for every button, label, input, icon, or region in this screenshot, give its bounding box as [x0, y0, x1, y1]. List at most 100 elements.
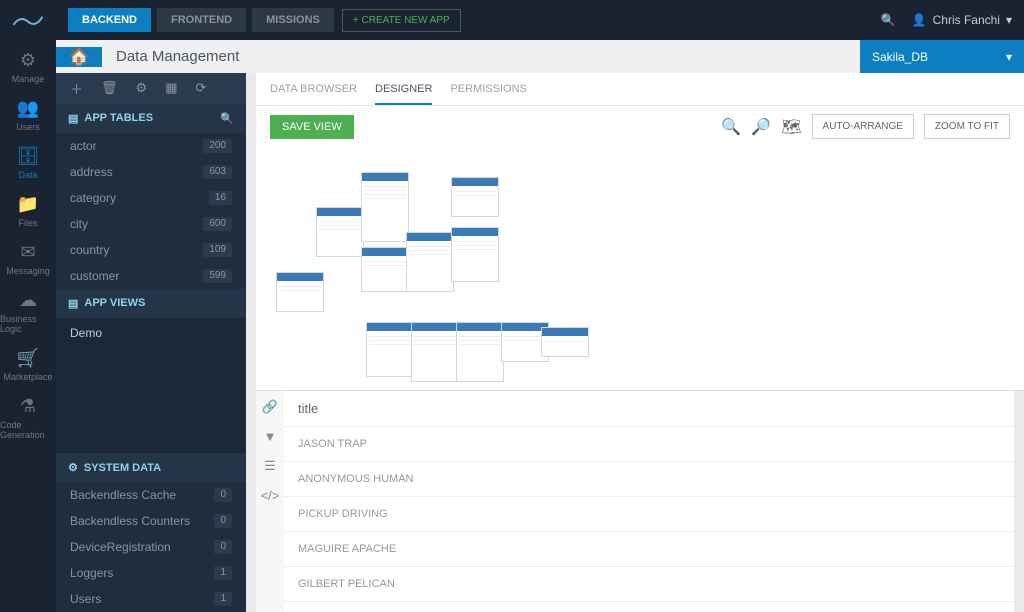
section-app-views[interactable]: ▤APP VIEWS: [56, 289, 246, 318]
zoom-in-icon[interactable]: 🔍: [721, 117, 741, 137]
home-button[interactable]: 🏠: [56, 47, 102, 67]
db-node[interactable]: [451, 227, 499, 282]
system-icon: ⚙: [68, 461, 78, 474]
table-item[interactable]: customer599: [56, 263, 246, 289]
table-item[interactable]: actor200: [56, 133, 246, 159]
table-item[interactable]: city600: [56, 211, 246, 237]
scrollbar[interactable]: [246, 73, 256, 612]
db-node[interactable]: [361, 247, 409, 292]
add-icon[interactable]: ＋: [70, 79, 83, 98]
save-view-button[interactable]: SAVE VIEW: [270, 115, 354, 139]
database-icon: 🗄: [17, 146, 40, 167]
nav-files[interactable]: 📁Files: [17, 194, 39, 228]
side-toolbar: ＋ 🗑 ⚙ ▦ ⟳: [56, 73, 246, 104]
scrollbar[interactable]: [1014, 391, 1024, 612]
db-node[interactable]: [411, 322, 459, 382]
db-node[interactable]: [406, 232, 454, 292]
cloud-icon: ☁: [19, 290, 37, 311]
table-item[interactable]: address603: [56, 159, 246, 185]
subtab-designer[interactable]: DESIGNER: [375, 83, 432, 105]
map-icon[interactable]: 🗺: [781, 117, 801, 137]
page-title: Data Management: [102, 48, 860, 65]
result-row[interactable]: JASON TRAP: [284, 427, 1014, 462]
nav-users[interactable]: 👥Users: [16, 98, 40, 132]
table-icon: ▤: [68, 112, 78, 125]
cart-icon: 🛒: [17, 348, 39, 369]
view-icon: ▤: [68, 297, 78, 310]
trash-icon[interactable]: 🗑: [101, 80, 118, 96]
search-icon[interactable]: 🔍: [881, 13, 896, 27]
db-node[interactable]: [456, 322, 504, 382]
tab-missions[interactable]: MISSIONS: [252, 8, 334, 32]
db-node[interactable]: [361, 172, 409, 242]
zoom-to-fit-button[interactable]: ZOOM TO FIT: [924, 114, 1010, 139]
tab-backend[interactable]: BACKEND: [68, 8, 151, 32]
db-node[interactable]: [316, 207, 364, 257]
list-icon[interactable]: ☰: [264, 458, 276, 474]
designer-canvas[interactable]: [256, 147, 1024, 390]
envelope-icon: ✉: [20, 242, 35, 263]
db-node[interactable]: [366, 322, 414, 377]
result-row[interactable]: PICKUP DRIVING: [284, 497, 1014, 532]
db-node[interactable]: [451, 177, 499, 217]
left-nav: ⚙Manage 👥Users 🗄Data 📁Files ✉Messaging ☁…: [0, 40, 56, 612]
user-name: Chris Fanchi: [933, 13, 1000, 27]
page-header: 🏠 Data Management Sakila_DB ▾: [56, 40, 1024, 73]
designer-toolbar: SAVE VIEW 🔍 🔎 🗺 AUTO-ARRANGE ZOOM TO FIT: [256, 106, 1024, 147]
nav-business-logic[interactable]: ☁Business Logic: [0, 290, 56, 334]
tab-frontend[interactable]: FRONTEND: [157, 8, 246, 32]
folder-icon: 📁: [17, 194, 39, 215]
side-panel: ＋ 🗑 ⚙ ▦ ⟳ ▤APP TABLES 🔍 actor200 address…: [56, 73, 246, 612]
refresh-icon[interactable]: ⟳: [195, 80, 206, 96]
code-icon[interactable]: </>: [261, 488, 280, 503]
chevron-down-icon: ▾: [1006, 13, 1012, 27]
nav-code-generation[interactable]: ⚗Code Generation: [0, 396, 56, 440]
system-item[interactable]: Backendless Counters0: [56, 508, 246, 534]
user-menu[interactable]: 👤 Chris Fanchi ▾: [912, 13, 1012, 27]
view-item[interactable]: Demo: [56, 318, 246, 348]
system-item[interactable]: Users1: [56, 586, 246, 612]
system-item[interactable]: DeviceRegistration0: [56, 534, 246, 560]
settings-icon[interactable]: ⚙: [136, 80, 148, 96]
result-row[interactable]: ANONYMOUS HUMAN: [284, 462, 1014, 497]
create-app-button[interactable]: CREATE NEW APP: [342, 9, 461, 32]
nav-data[interactable]: 🗄Data: [17, 146, 40, 180]
db-node[interactable]: [541, 327, 589, 357]
logo: [12, 8, 44, 32]
result-row[interactable]: MAGUIRE APACHE: [284, 532, 1014, 567]
link-icon[interactable]: 🔗: [262, 399, 278, 415]
search-icon[interactable]: 🔍: [220, 112, 234, 125]
database-selector[interactable]: Sakila_DB ▾: [860, 40, 1024, 73]
results-panel: 🔗 ▼ ☰ </> title JASON TRAP ANONYMOUS HUM…: [256, 390, 1024, 612]
result-row[interactable]: GILBERT PELICAN: [284, 567, 1014, 602]
section-system-data[interactable]: ⚙SYSTEM DATA: [56, 453, 246, 482]
section-app-tables[interactable]: ▤APP TABLES 🔍: [56, 104, 246, 133]
table-item[interactable]: country109: [56, 237, 246, 263]
users-icon: 👥: [17, 98, 39, 119]
column-header[interactable]: title: [284, 391, 1014, 427]
filter-icon[interactable]: ▼: [264, 429, 277, 444]
subtab-permissions[interactable]: PERMISSIONS: [450, 83, 526, 105]
zoom-out-icon[interactable]: 🔎: [751, 117, 771, 137]
content-area: DATA BROWSER DESIGNER PERMISSIONS SAVE V…: [256, 73, 1024, 612]
nav-tabs: BACKEND FRONTEND MISSIONS: [68, 8, 334, 32]
results-tools: 🔗 ▼ ☰ </>: [256, 391, 284, 612]
chevron-down-icon: ▾: [1006, 50, 1012, 64]
system-item[interactable]: Backendless Cache0: [56, 482, 246, 508]
gear-icon: ⚙: [20, 50, 36, 71]
sub-tabs: DATA BROWSER DESIGNER PERMISSIONS: [256, 73, 1024, 106]
results-table: title JASON TRAP ANONYMOUS HUMAN PICKUP …: [284, 391, 1014, 612]
db-name: Sakila_DB: [872, 50, 928, 64]
flask-icon: ⚗: [20, 396, 36, 417]
user-icon: 👤: [912, 13, 927, 27]
auto-arrange-button[interactable]: AUTO-ARRANGE: [812, 114, 914, 139]
nav-messaging[interactable]: ✉Messaging: [6, 242, 50, 276]
subtab-data-browser[interactable]: DATA BROWSER: [270, 83, 357, 105]
table-item[interactable]: category16: [56, 185, 246, 211]
system-item[interactable]: Loggers1: [56, 560, 246, 586]
columns-icon[interactable]: ▦: [165, 80, 177, 96]
topbar: BACKEND FRONTEND MISSIONS CREATE NEW APP…: [0, 0, 1024, 40]
nav-marketplace[interactable]: 🛒Marketplace: [3, 348, 52, 382]
db-node[interactable]: [276, 272, 324, 312]
nav-manage[interactable]: ⚙Manage: [12, 50, 45, 84]
